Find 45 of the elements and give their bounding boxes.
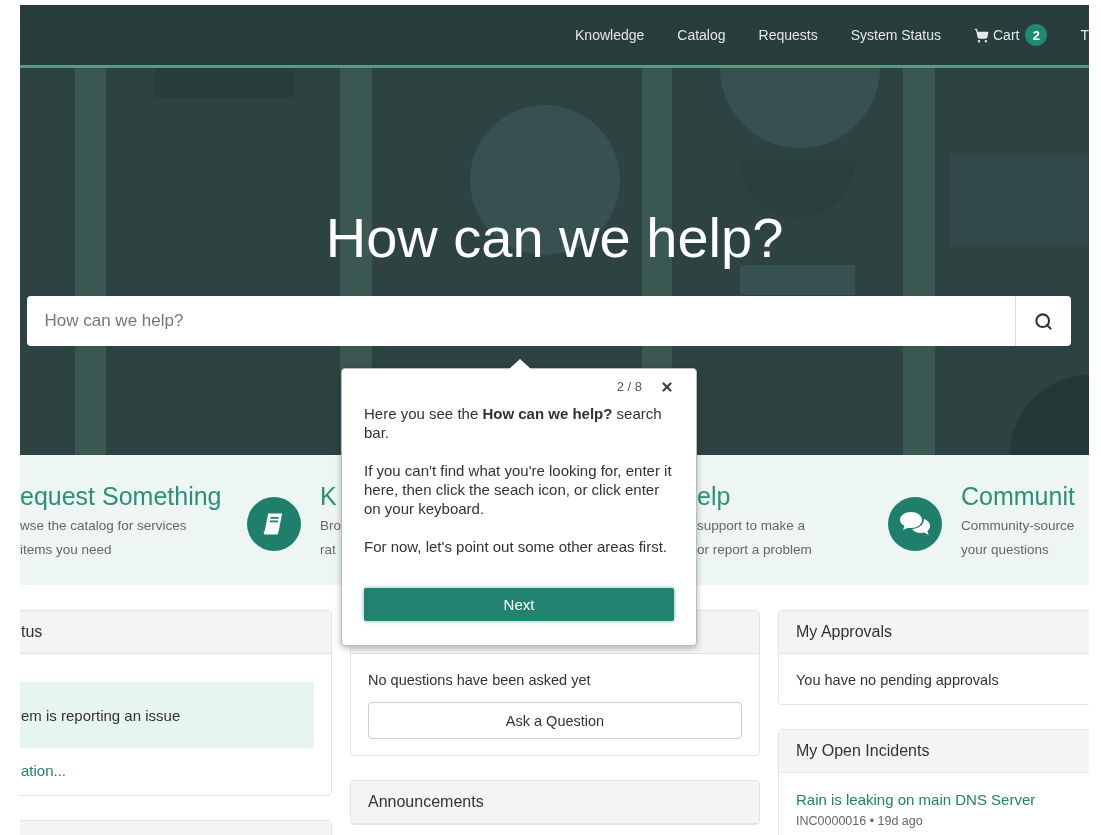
nav-link[interactable]: Catalog — [677, 27, 726, 43]
feature-description: wse the catalog for services — [20, 517, 188, 535]
feature-description: Community-source — [961, 517, 1075, 535]
next-button[interactable]: Next — [364, 588, 674, 621]
tour-paragraph: Here you see the How can we help? search bar. — [364, 404, 663, 442]
feature-description: or report a problem — [697, 541, 812, 559]
feature-description: Bro — [320, 517, 341, 535]
card-text: You have no pending approvals — [796, 672, 1000, 688]
incident-meta: INC0000016 • 19d ago — [796, 814, 924, 828]
chat-icon — [899, 510, 931, 538]
feature-title[interactable]: elp — [697, 479, 812, 513]
feature-icon-circle[interactable] — [247, 497, 301, 551]
card-title: tus — [21, 623, 43, 641]
feature-title[interactable]: K — [320, 479, 341, 513]
search-field[interactable]: How can we help? — [26, 296, 1015, 346]
status-alert: em is reporting an issue — [20, 682, 314, 748]
card-title: My Open Incidents — [796, 742, 930, 760]
step-counter: 2 / 8 — [616, 379, 642, 394]
nav-link[interactable]: Knowledge — [575, 27, 645, 43]
tour-paragraph: If you can't find what you're looking for, enter it here, then click the seach icon, or click enter on your keyboard. — [364, 461, 673, 518]
cart-link[interactable]: Cart 2 — [974, 24, 1048, 46]
search-icon — [1033, 311, 1053, 331]
search-button[interactable] — [1014, 296, 1071, 346]
feature-title[interactable]: Communit — [961, 479, 1075, 513]
link[interactable]: Rain is leaking on main DNS Server — [796, 791, 1089, 808]
cart-icon — [974, 27, 989, 43]
card-title: Announcements — [368, 793, 484, 811]
feature-icon-circle[interactable] — [888, 497, 942, 551]
nav-link[interactable]: Requests — [758, 27, 818, 43]
tour-paragraph: For now, let's point out some other areas first. — [364, 537, 668, 556]
nav-link[interactable]: System Status — [850, 27, 941, 43]
feature-title[interactable]: equest Something — [20, 479, 222, 513]
close-button[interactable] — [660, 379, 674, 394]
feature-description: support to make a — [697, 517, 807, 535]
nav-link[interactable]: T — [1080, 27, 1089, 43]
cart-label: Cart — [993, 27, 1020, 43]
feature-description: rat — [320, 541, 337, 559]
hero-title: How can we help? — [325, 208, 784, 268]
ask-question-button[interactable]: Ask a Question — [368, 702, 742, 739]
feature-description: items you need — [20, 541, 113, 559]
cart-count-badge: 2 — [1025, 24, 1048, 46]
card-text: No questions have been asked yet — [368, 672, 592, 688]
card-title: My Approvals — [796, 623, 893, 641]
feature-description: your questions — [961, 541, 1050, 559]
link[interactable]: ation... — [21, 762, 314, 779]
